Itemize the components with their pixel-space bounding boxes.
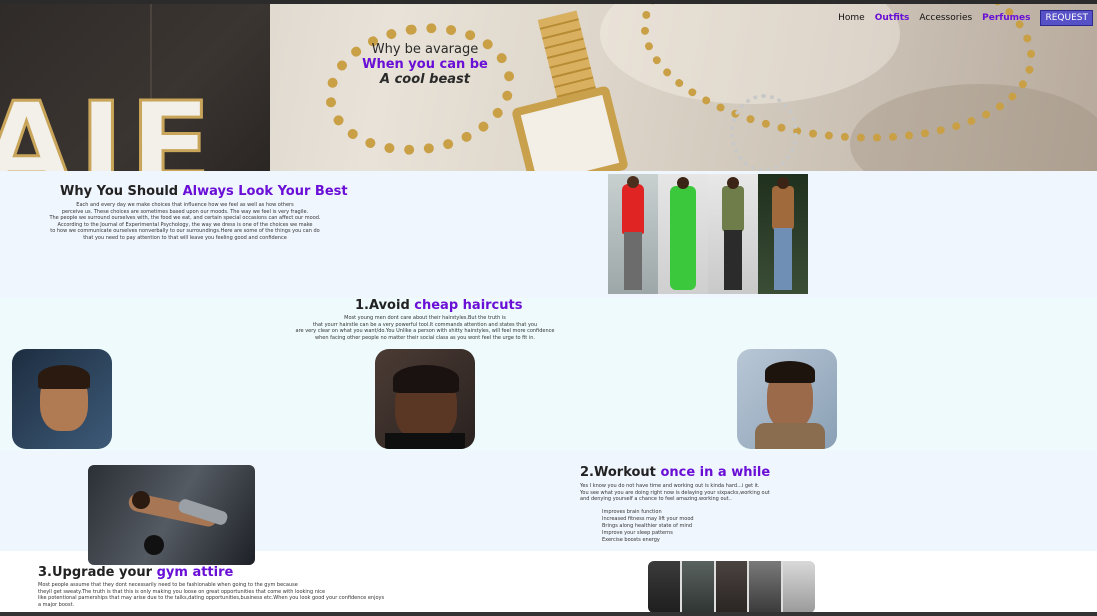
silver-chain-image bbox=[730, 94, 798, 171]
list-item: Improves brain function bbox=[602, 509, 662, 515]
section-look-your-best: Why You Should Always Look Your Best Eac… bbox=[0, 171, 1097, 298]
haircut-image-3 bbox=[737, 349, 837, 449]
bottom-bar bbox=[0, 612, 1097, 616]
section-haircuts: 1.Avoid cheap haircuts Most young men do… bbox=[0, 298, 1097, 451]
watch-image bbox=[511, 85, 629, 171]
section1-body: Each and every day we make choices that … bbox=[49, 202, 321, 241]
section3-title: 2.Workout once in a while bbox=[580, 465, 771, 480]
list-item: Exercise boosts energy bbox=[602, 537, 660, 543]
nav-accessories[interactable]: Accessories bbox=[919, 13, 972, 23]
outfits-collage-image bbox=[608, 174, 808, 294]
section2-title: 1.Avoid cheap haircuts bbox=[355, 298, 523, 313]
workout-image bbox=[88, 465, 255, 565]
gym-attire-collage-image bbox=[648, 561, 815, 613]
bracelet-image bbox=[316, 11, 524, 167]
list-item: Brings along healthier state of mind bbox=[602, 523, 693, 529]
section2-body: Most young men dont care about their hai… bbox=[295, 315, 555, 341]
haircut-image-1 bbox=[12, 349, 112, 449]
section4-title: 3.Upgrade your gym attire bbox=[38, 565, 234, 580]
hero-text: Why be avarage When you can be A cool be… bbox=[340, 42, 510, 87]
hero-line-2: When you can be bbox=[362, 57, 488, 72]
list-item: Improve your sleep patterns bbox=[602, 530, 673, 536]
hero-logo-letters: AIE bbox=[0, 78, 218, 171]
hero-line-1: Why be avarage bbox=[371, 42, 479, 57]
hero-banner: AIE Why be avarage When you can be A coo… bbox=[0, 4, 1097, 171]
nav-outfits[interactable]: Outfits bbox=[875, 13, 910, 23]
section4-body: Most people assume that they dont necess… bbox=[38, 582, 385, 608]
section3-body: Yes I know you do not have time and work… bbox=[580, 483, 770, 502]
list-item: Increased fitness may lift your mood bbox=[602, 516, 694, 522]
haircut-image-2 bbox=[375, 349, 475, 449]
benefits-list: Improves brain function Increased fitnes… bbox=[602, 509, 694, 544]
main-nav: Home Outfits Accessories Perfumes REQUES… bbox=[838, 10, 1093, 26]
section1-title: Why You Should Always Look Your Best bbox=[60, 184, 348, 199]
nav-home[interactable]: Home bbox=[838, 13, 865, 23]
nav-perfumes[interactable]: Perfumes bbox=[982, 13, 1030, 23]
section-workout: 2.Workout once in a while Yes I know you… bbox=[0, 451, 1097, 565]
request-button[interactable]: REQUEST bbox=[1040, 10, 1093, 26]
hero-line-3: A cool beast bbox=[380, 72, 470, 87]
